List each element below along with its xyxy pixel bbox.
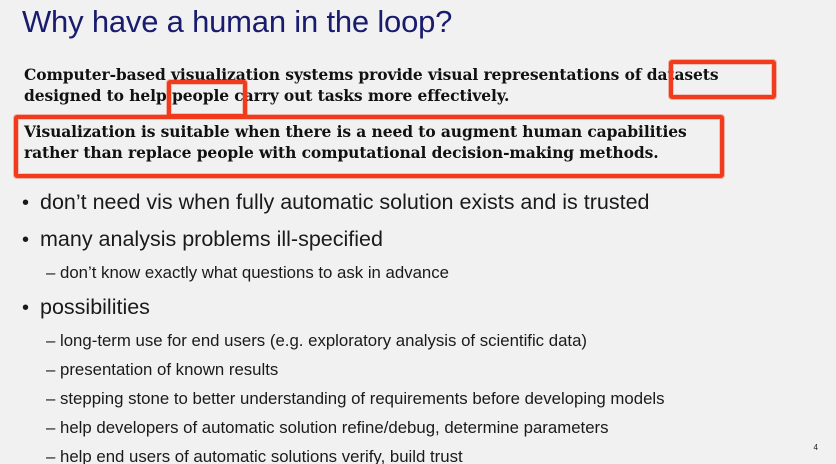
sub-bullet-text: long-term use for end users (e.g. explor… bbox=[60, 331, 587, 350]
page-number: 4 bbox=[813, 443, 818, 452]
sub-bullet-item: – long-term use for end users (e.g. expl… bbox=[46, 326, 822, 355]
sub-bullet-text: stepping stone to better understanding o… bbox=[60, 389, 665, 408]
sub-bullet-item: – stepping stone to better understanding… bbox=[46, 384, 822, 413]
bullet-text: don’t need vis when fully automatic solu… bbox=[40, 190, 650, 214]
sub-bullet-text: help end users of automatic solutions ve… bbox=[60, 447, 463, 464]
bullet-dot-icon: • bbox=[22, 229, 30, 251]
quote-line: Computer-based visualization systems pro… bbox=[24, 65, 719, 84]
bullet-text: many analysis problems ill-specified bbox=[40, 227, 383, 251]
bullet-text: possibilities bbox=[40, 295, 150, 319]
highlight-box-quote bbox=[14, 115, 724, 178]
slide: Why have a human in the loop? Computer-b… bbox=[0, 0, 836, 464]
quote-line: designed to help people carry out tasks … bbox=[24, 86, 510, 105]
bullet-list: • don’t need vis when fully automatic so… bbox=[22, 184, 822, 464]
sub-bullet-item: – presentation of known results bbox=[46, 355, 822, 384]
sub-bullet-text: don’t know exactly what questions to ask… bbox=[60, 263, 449, 282]
sub-bullet-item: – help end users of automatic solutions … bbox=[46, 442, 822, 464]
highlight-box-people bbox=[167, 80, 247, 118]
sub-bullet-item: – don’t know exactly what questions to a… bbox=[46, 258, 822, 287]
bullet-item: • don’t need vis when fully automatic so… bbox=[22, 184, 822, 221]
bullet-item: • possibilities bbox=[22, 289, 822, 326]
dash-icon: – bbox=[46, 389, 56, 408]
sub-bullet-text: help developers of automatic solution re… bbox=[60, 418, 609, 437]
sub-bullet-item: – help developers of automatic solution … bbox=[46, 413, 822, 442]
bullet-dot-icon: • bbox=[22, 192, 30, 214]
dash-icon: – bbox=[46, 418, 56, 437]
dash-icon: – bbox=[46, 447, 56, 464]
dash-icon: – bbox=[46, 360, 56, 379]
bullet-dot-icon: • bbox=[22, 297, 30, 319]
slide-title: Why have a human in the loop? bbox=[22, 4, 453, 39]
definition-quote: Computer-based visualization systems pro… bbox=[24, 64, 719, 106]
bullet-item: • many analysis problems ill-specified bbox=[22, 221, 822, 258]
sub-bullet-text: presentation of known results bbox=[60, 360, 279, 379]
dash-icon: – bbox=[46, 331, 56, 350]
dash-icon: – bbox=[46, 263, 56, 282]
highlight-box-datasets bbox=[669, 60, 776, 99]
